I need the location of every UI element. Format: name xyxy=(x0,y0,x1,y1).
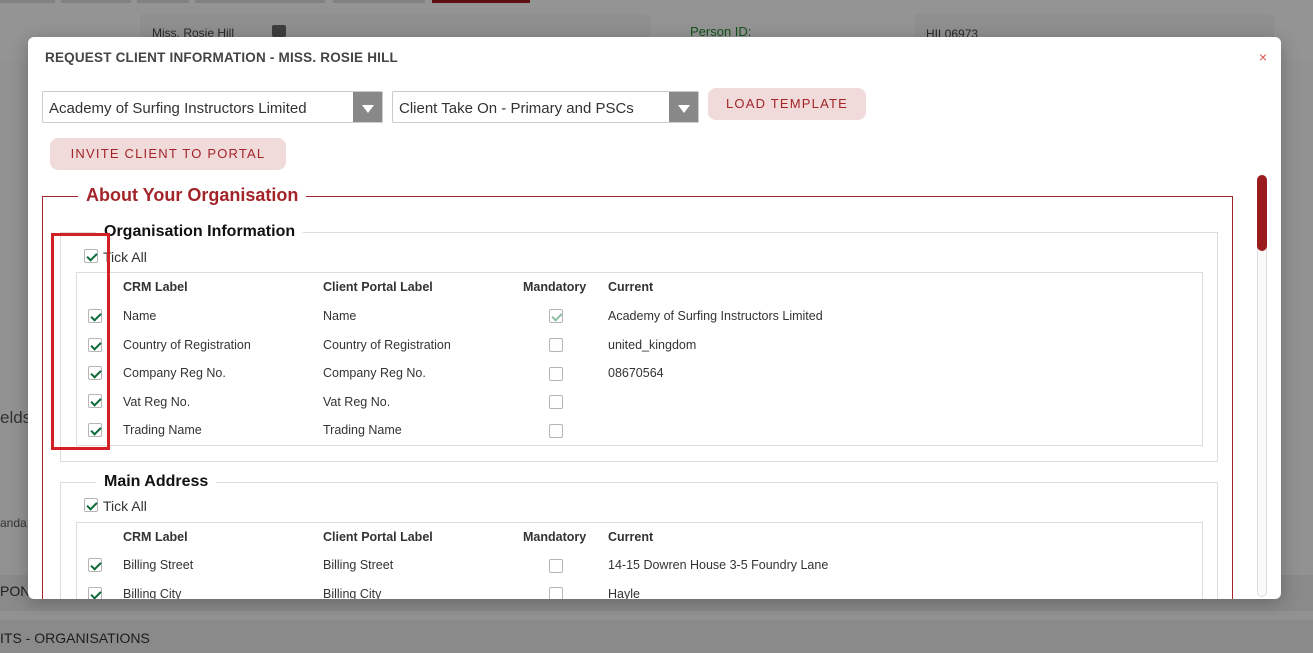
section-title: About Your Organisation xyxy=(78,185,307,206)
row-crm-label: Country of Registration xyxy=(123,338,251,352)
column-header-current: Current xyxy=(608,280,654,294)
tick-all-label: Tick All xyxy=(103,249,147,265)
group-title: Organisation Information xyxy=(96,223,304,241)
tick-all-checkbox[interactable] xyxy=(84,498,98,512)
row-portal-label: Billing Street xyxy=(323,558,394,572)
row-mandatory-checkbox[interactable] xyxy=(549,587,563,599)
row-current-value: 14-15 Dowren House 3-5 Foundry Lane xyxy=(608,558,829,572)
row-include-checkbox[interactable] xyxy=(88,338,102,352)
row-portal-label: Vat Reg No. xyxy=(323,395,391,409)
field-table: CRM Label Client Portal Label Mandatory … xyxy=(76,522,1203,599)
column-header-mandatory: Mandatory xyxy=(523,280,587,294)
row-crm-label: Vat Reg No. xyxy=(123,395,191,409)
row-mandatory-checkbox[interactable] xyxy=(549,338,563,352)
close-icon[interactable]: × xyxy=(1259,49,1267,65)
column-header-portal: Client Portal Label xyxy=(323,530,433,544)
column-header-portal: Client Portal Label xyxy=(323,280,433,294)
request-client-info-modal: REQUEST CLIENT INFORMATION - MISS. ROSIE… xyxy=(28,37,1281,599)
organisation-select-value: Academy of Surfing Instructors Limited xyxy=(49,100,307,117)
row-include-checkbox[interactable] xyxy=(88,394,102,408)
row-current-value: 08670564 xyxy=(608,366,664,380)
group-title: Main Address xyxy=(96,473,217,491)
row-portal-label: Trading Name xyxy=(323,423,402,437)
row-include-checkbox[interactable] xyxy=(88,558,102,572)
chevron-down-icon[interactable] xyxy=(353,92,382,122)
row-mandatory-checkbox[interactable] xyxy=(549,309,563,323)
row-include-checkbox[interactable] xyxy=(88,366,102,380)
invite-client-button[interactable]: INVITE CLIENT TO PORTAL xyxy=(50,138,286,170)
about-organisation-section: About Your Organisation Organisation Inf… xyxy=(42,185,1233,599)
row-current-value: Academy of Surfing Instructors Limited xyxy=(608,309,823,323)
tick-all-label: Tick All xyxy=(103,498,147,514)
row-portal-label: Country of Registration xyxy=(323,338,451,352)
row-include-checkbox[interactable] xyxy=(88,587,102,599)
row-crm-label: Name xyxy=(123,309,157,323)
row-include-checkbox[interactable] xyxy=(88,309,102,323)
field-table: CRM Label Client Portal Label Mandatory … xyxy=(76,272,1203,446)
column-header-crm: CRM Label xyxy=(123,280,188,294)
row-crm-label: Trading Name xyxy=(123,423,202,437)
row-mandatory-checkbox[interactable] xyxy=(549,559,563,573)
column-header-current: Current xyxy=(608,530,654,544)
row-portal-label: Name xyxy=(323,309,357,323)
scrollbar-thumb[interactable] xyxy=(1257,175,1267,251)
load-template-button[interactable]: LOAD TEMPLATE xyxy=(708,88,866,120)
column-header-crm: CRM Label xyxy=(123,530,188,544)
chevron-down-icon[interactable] xyxy=(669,92,698,122)
row-mandatory-checkbox[interactable] xyxy=(549,395,563,409)
organisation-select[interactable]: Academy of Surfing Instructors Limited xyxy=(42,91,383,123)
template-select[interactable]: Client Take On - Primary and PSCs xyxy=(392,91,699,123)
main-address-group: Main Address Tick All CRM Label Client P… xyxy=(60,473,1218,599)
row-crm-label: Company Reg No. xyxy=(123,366,226,380)
row-include-checkbox[interactable] xyxy=(88,423,102,437)
row-portal-label: Billing City xyxy=(323,587,382,599)
column-header-mandatory: Mandatory xyxy=(523,530,587,544)
tick-all-checkbox[interactable] xyxy=(84,249,98,263)
template-select-value: Client Take On - Primary and PSCs xyxy=(399,100,634,117)
row-crm-label: Billing City xyxy=(123,587,182,599)
organisation-information-group: Organisation Information Tick All CRM La… xyxy=(60,223,1218,462)
row-mandatory-checkbox[interactable] xyxy=(549,367,563,381)
modal-scrollbar[interactable] xyxy=(1257,175,1267,597)
row-mandatory-checkbox[interactable] xyxy=(549,424,563,438)
row-crm-label: Billing Street xyxy=(123,558,194,572)
modal-title: REQUEST CLIENT INFORMATION - MISS. ROSIE… xyxy=(45,50,398,65)
row-current-value: Hayle xyxy=(608,587,640,599)
row-portal-label: Company Reg No. xyxy=(323,366,426,380)
row-current-value: united_kingdom xyxy=(608,338,697,352)
